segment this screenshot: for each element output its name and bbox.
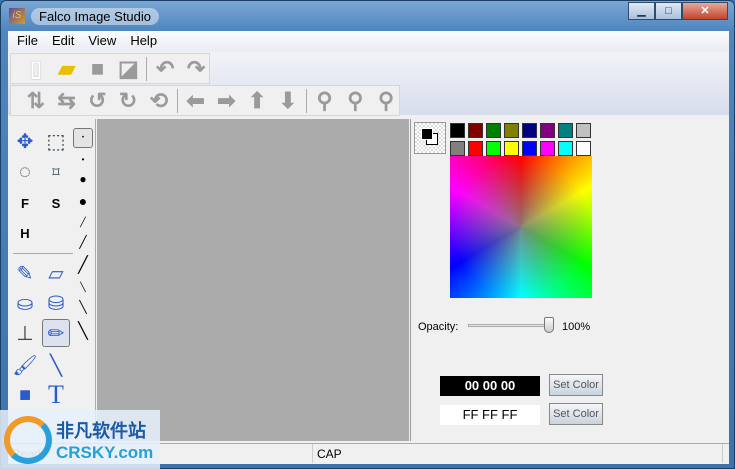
brush-icon[interactable]: 🖌	[11, 351, 39, 379]
move-down-icon[interactable]: ⬇	[275, 88, 301, 114]
save-icon[interactable]: ■	[85, 56, 111, 82]
palette-swatch[interactable]	[558, 141, 573, 156]
foreground-hex: 00 00 00	[440, 376, 540, 396]
flip-horizontal-icon[interactable]: ⇆	[54, 88, 80, 114]
opacity-slider-thumb[interactable]	[544, 317, 554, 333]
edit-toolbar: ⇅ ⇆ ↺ ↻ ⟲ ⬅ ➡ ⬆ ⬇ ⚲ ⚲ ⚲	[10, 85, 400, 116]
palette-swatch[interactable]	[450, 123, 465, 138]
separator	[305, 88, 307, 113]
eyedropper-icon[interactable]: ✎	[11, 259, 39, 287]
menu-edit[interactable]: Edit	[45, 31, 81, 51]
brush-diag-5[interactable]: ╲	[73, 297, 93, 317]
palette-swatch[interactable]	[540, 123, 555, 138]
separator	[13, 253, 73, 254]
zoom-in-icon[interactable]: ⚲	[312, 88, 338, 114]
open-folder-icon[interactable]: ▰	[54, 56, 80, 82]
spray-icon[interactable]: ⛁	[42, 289, 70, 317]
fg-bg-color-selector[interactable]	[414, 122, 446, 154]
pencil-icon[interactable]: ✏	[42, 319, 70, 347]
undo-icon[interactable]: ↶	[152, 56, 178, 82]
opacity-value: 100%	[562, 321, 591, 333]
blur-icon[interactable]: ■	[11, 381, 39, 409]
brush-diag-3[interactable]: ╱	[73, 255, 93, 275]
set-background-color-button[interactable]: Set Color	[549, 403, 603, 425]
brush-diag-4[interactable]: ╲	[73, 277, 93, 297]
palette-swatch[interactable]	[540, 141, 555, 156]
select-h-icon[interactable]: H	[11, 219, 39, 247]
paint-bucket-icon[interactable]: ⛀	[11, 289, 39, 317]
watermark-logo: 非凡软件站 CRSKY.com	[0, 410, 160, 469]
eraser-icon[interactable]: ▱	[42, 259, 70, 287]
palette-swatch[interactable]	[468, 123, 483, 138]
color-picker-wheel[interactable]	[450, 156, 592, 298]
palette-swatch[interactable]	[504, 141, 519, 156]
palette-swatch[interactable]	[468, 141, 483, 156]
palette-swatch[interactable]	[522, 123, 537, 138]
file-toolbar: ▯ ▰ ■ ◪ ↶ ↷	[10, 53, 210, 84]
brush-size-2[interactable]: •	[73, 149, 93, 169]
brush-size-1[interactable]: •	[73, 128, 93, 148]
separator	[146, 56, 148, 81]
window-title: Falco Image Studio	[31, 7, 160, 25]
move-tool-icon[interactable]: ✥	[11, 127, 39, 155]
new-file-icon[interactable]: ▯	[23, 56, 49, 82]
brush-diag-6[interactable]: ╲	[73, 321, 93, 341]
palette-swatch[interactable]	[486, 141, 501, 156]
brush-diag-1[interactable]: ╱	[73, 212, 93, 232]
redo-icon[interactable]: ↷	[183, 56, 209, 82]
brush-size-4[interactable]: ●	[73, 191, 93, 211]
palette-swatch[interactable]	[576, 141, 591, 156]
rotate-right-90-icon[interactable]: ↻	[115, 88, 141, 114]
app-window: iS Falco Image Studio ▁ □ ✕ File Edit Vi…	[0, 0, 735, 469]
flip-vertical-icon[interactable]: ⇅	[23, 88, 49, 114]
palette-swatch[interactable]	[522, 141, 537, 156]
move-up-icon[interactable]: ⬆	[244, 88, 270, 114]
poly-select-icon[interactable]: ⌑	[42, 158, 70, 186]
rotate-left-90-icon[interactable]: ↺	[85, 88, 111, 114]
palette-swatch[interactable]	[504, 123, 519, 138]
minimize-button[interactable]: ▁	[628, 2, 655, 20]
status-cap: CAP	[313, 444, 723, 463]
title-bar: iS Falco Image Studio	[9, 6, 160, 26]
app-icon: iS	[9, 8, 25, 24]
color-panel: Opacity: 100% 00 00 00 Set Color FF FF F…	[410, 119, 729, 441]
menu-view[interactable]: View	[81, 31, 123, 51]
zoom-fit-icon[interactable]: ⚲	[373, 88, 399, 114]
stamp-icon[interactable]: ⊥	[11, 319, 39, 347]
palette-swatch[interactable]	[450, 141, 465, 156]
rotate-custom-icon[interactable]: ⟲	[146, 88, 172, 114]
menu-bar: File Edit View Help	[8, 31, 729, 51]
select-s-icon[interactable]: S	[42, 189, 70, 217]
opacity-label: Opacity:	[418, 321, 459, 333]
move-left-icon[interactable]: ⬅	[183, 88, 209, 114]
palette-swatch[interactable]	[486, 123, 501, 138]
separator	[176, 88, 178, 113]
menu-file[interactable]: File	[10, 31, 45, 51]
rect-select-icon[interactable]: ⬚	[42, 127, 70, 155]
opacity-slider[interactable]	[468, 324, 548, 327]
palette-swatch[interactable]	[576, 123, 591, 138]
brush-size-3[interactable]: ●	[73, 169, 93, 189]
background-hex: FF FF FF	[440, 405, 540, 425]
text-tool-icon[interactable]: T	[42, 380, 70, 409]
select-f-icon[interactable]: F	[11, 189, 39, 217]
toolbox: ✥ ⬚ ◌ ⌑ F S H ✎ ▱ ⛀ ⛁ ⊥ ✏ 🖌 ╲ ■ T • • ● …	[9, 119, 96, 441]
palette-swatch[interactable]	[558, 123, 573, 138]
menu-help[interactable]: Help	[123, 31, 164, 51]
zoom-out-icon[interactable]: ⚲	[342, 88, 368, 114]
ellipse-select-icon[interactable]: ◌	[11, 158, 39, 186]
maximize-button[interactable]: □	[655, 2, 682, 20]
brush-diag-2[interactable]: ╱	[73, 232, 93, 252]
move-right-icon[interactable]: ➡	[213, 88, 239, 114]
image-canvas[interactable]	[97, 119, 409, 441]
close-button[interactable]: ✕	[682, 2, 728, 20]
save-as-icon[interactable]: ◪	[115, 56, 141, 82]
line-icon[interactable]: ╲	[42, 351, 70, 379]
set-foreground-color-button[interactable]: Set Color	[549, 374, 603, 396]
